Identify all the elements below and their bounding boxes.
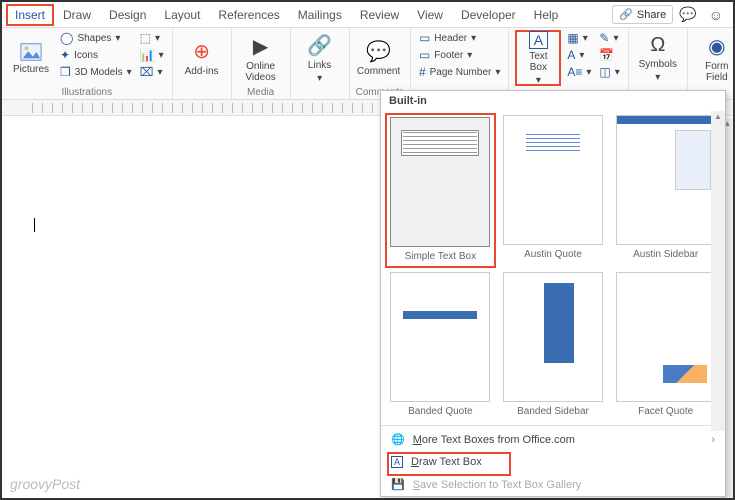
gallery-grid: Simple Text Box Austin Quote Austin Side… [381,111,725,423]
group-label-media: Media [238,86,284,99]
tab-mailings[interactable]: Mailings [289,4,351,26]
pictures-icon [20,42,42,62]
online-videos-button[interactable]: ▶Online Videos [238,30,284,86]
quickparts-icon: ▦ [567,31,578,45]
tab-review[interactable]: Review [351,4,408,26]
share-button[interactable]: 🔗Share [612,5,673,24]
quickparts-button[interactable]: ▦▾ [565,30,593,46]
save-selection-menuitem: 💾 Save Selection to Text Box Gallery [381,473,725,496]
tab-references[interactable]: References [209,4,288,26]
shapes-button[interactable]: ◯Shapes ▾ [58,30,134,46]
addins-icon: ⊕ [193,39,210,64]
comment-button[interactable]: 💬Comment [356,30,402,86]
group-label-illustrations: Illustrations [8,86,166,99]
group-links: 🔗Links ▾ [291,28,350,99]
group-media: ▶Online Videos Media [232,28,291,99]
chart-icon: 📊 [140,48,155,62]
header-button[interactable]: ▭Header ▾ [417,30,502,46]
dropcap-button[interactable]: A≡▾ [565,64,593,80]
object-icon: ◫ [599,65,610,79]
save-label: ave Selection to Text Box Gallery [420,479,581,491]
tab-insert[interactable]: Insert [6,4,54,26]
formfield-button[interactable]: ◉Form Field [694,30,735,86]
ribbon-tabs: Insert Draw Design Layout References Mai… [2,2,733,28]
object-button[interactable]: ◫▾ [597,64,621,80]
gallery-scrollbar[interactable]: ▲ [711,111,725,431]
watermark: groovyPost [10,476,80,492]
pagenumber-button[interactable]: #Page Number ▾ [417,64,502,80]
smartart-button[interactable]: ⬚▾ [138,30,166,46]
link-icon: 🔗 [307,33,332,58]
footer-button[interactable]: ▭Footer ▾ [417,47,502,63]
datetime-button[interactable]: 📅 [597,47,621,63]
more-textboxes-menuitem[interactable]: 🌐 More Text Boxes from Office.com › [381,428,725,451]
draw-textbox-menuitem[interactable]: A Draw Text Box [381,451,725,473]
group-text: AText Box ▾ ▦▾ A▾ A≡▾ ✎▾ 📅 ◫▾ [509,28,628,99]
addins-button[interactable]: ⊕Add-ins [179,30,225,86]
footer-icon: ▭ [419,48,430,62]
smiley-icon[interactable]: ☺ [703,3,729,27]
gallery-item-facet-quote[interactable]: Facet Quote [610,270,721,421]
comment-icon: 💬 [366,39,391,64]
gallery-item-banded-quote[interactable]: Banded Quote [385,270,496,421]
formfield-icon: ◉ [708,34,725,59]
tab-design[interactable]: Design [100,4,155,26]
group-form: ◉Form Field [688,28,735,99]
textbox-button[interactable]: AText Box ▾ [515,30,561,86]
more-label: ore Text Boxes from Office.com [422,434,575,446]
icons-icon: ✦ [60,48,70,62]
header-icon: ▭ [419,31,430,45]
screenshot-button[interactable]: ⌧▾ [138,64,166,80]
text-cursor [34,218,35,232]
omega-icon: Ω [650,34,665,57]
group-symbols: ΩSymbols ▾ [629,28,688,99]
gallery-item-simple-text-box[interactable]: Simple Text Box [385,113,496,268]
group-illustrations: Pictures ◯Shapes ▾ ✦Icons ❒3D Models ▾ ⬚… [2,28,173,99]
chevron-right-icon: › [711,434,715,446]
chart-button[interactable]: 📊▾ [138,47,166,63]
comments-pane-icon[interactable]: 💬 [673,2,702,27]
textbox-icon: A [529,31,548,49]
gallery-item-austin-sidebar[interactable]: Austin Sidebar [610,113,721,268]
wordart-button[interactable]: A▾ [565,47,593,63]
signature-icon: ✎ [599,31,609,45]
wordart-icon: A [567,48,575,62]
signature-button[interactable]: ✎▾ [597,30,621,46]
draw-textbox-icon: A [391,456,403,468]
group-headerfooter: ▭Header ▾ ▭Footer ▾ #Page Number ▾ [411,28,509,99]
icons-button[interactable]: ✦Icons [58,47,134,63]
group-addins: ⊕Add-ins [173,28,232,99]
pagenumber-icon: # [419,65,426,79]
tab-developer[interactable]: Developer [452,4,525,26]
gallery-item-banded-sidebar[interactable]: Banded Sidebar [498,270,609,421]
video-icon: ▶ [253,34,268,59]
group-comments: 💬Comment Comments [350,28,411,99]
share-icon: 🔗 [619,8,633,21]
cube-icon: ❒ [60,65,71,79]
draw-label: raw Text Box [419,456,482,468]
symbols-button[interactable]: ΩSymbols ▾ [635,30,681,86]
pictures-button[interactable]: Pictures [8,30,54,86]
3d-models-button[interactable]: ❒3D Models ▾ [58,64,134,80]
dropcap-icon: A≡ [567,65,582,79]
links-button[interactable]: 🔗Links ▾ [297,30,343,86]
globe-icon: 🌐 [391,433,405,446]
save-icon: 💾 [391,478,405,491]
gallery-item-austin-quote[interactable]: Austin Quote [498,113,609,268]
date-icon: 📅 [599,48,614,62]
textbox-gallery-dropdown: Built-in Simple Text Box Austin Quote Au… [380,90,726,497]
tab-draw[interactable]: Draw [54,4,100,26]
tab-help[interactable]: Help [525,4,568,26]
shapes-icon: ◯ [60,31,73,45]
screenshot-icon: ⌧ [140,65,154,79]
gallery-section-header: Built-in [381,91,725,111]
tab-layout[interactable]: Layout [155,4,209,26]
tab-view[interactable]: View [408,4,452,26]
smartart-icon: ⬚ [140,31,151,45]
